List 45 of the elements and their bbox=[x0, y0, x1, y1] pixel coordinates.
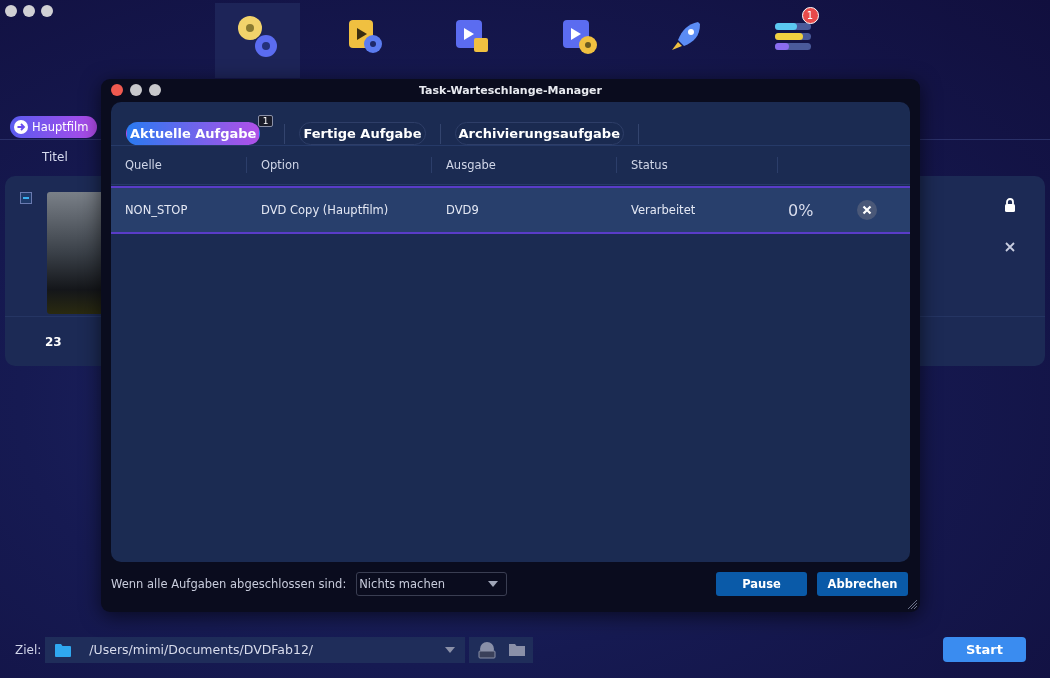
disc-image-icon[interactable] bbox=[477, 640, 498, 659]
window-close-button[interactable] bbox=[5, 5, 17, 17]
notification-badge: 1 bbox=[801, 6, 819, 24]
discs-icon bbox=[235, 13, 280, 58]
duration-text: 23 bbox=[45, 334, 62, 349]
tab[interactable]: Fertige Aufgabe bbox=[299, 122, 426, 145]
column-header: Quelle bbox=[111, 157, 247, 173]
tab[interactable]: Aktuelle Aufgabe bbox=[126, 122, 261, 145]
column-header: Titel bbox=[42, 150, 68, 164]
main-movie-button[interactable]: Hauptfilm bbox=[10, 116, 98, 138]
table-cell: Verarbeitet bbox=[631, 203, 696, 217]
folder-icon bbox=[55, 642, 72, 657]
dropdown-arrow-icon bbox=[445, 646, 456, 653]
footer-label: Wenn alle Aufgaben abgeschlossen sind: bbox=[111, 577, 347, 591]
dropdown-arrow-icon bbox=[488, 581, 499, 587]
progress-text: 0% bbox=[788, 200, 814, 220]
dialog-zoom-button[interactable] bbox=[149, 84, 161, 96]
window-minimize-button[interactable] bbox=[23, 5, 35, 17]
action-dropdown[interactable]: Nichts machen bbox=[356, 572, 508, 596]
column-header: Ausgabe bbox=[432, 157, 617, 173]
dialog-button[interactable]: Abbrechen bbox=[817, 572, 908, 596]
arrow-right-icon bbox=[14, 120, 28, 134]
task-row[interactable]: NON_STOP DVD Copy (Hauptfilm) DVD9 Verarbeitet 0% bbox=[111, 186, 910, 234]
table-cell: DVD9 bbox=[446, 203, 479, 217]
close-icon[interactable] bbox=[1005, 242, 1015, 252]
close-icon[interactable] bbox=[857, 200, 878, 220]
table-cell: DVD Copy (Hauptfilm) bbox=[261, 203, 389, 217]
tab[interactable]: Archivierungsaufgabe bbox=[454, 122, 624, 145]
destination-field[interactable]: /Users/mimi/Documents/DVDFab12/ bbox=[45, 636, 466, 663]
destination-label: Ziel: bbox=[15, 642, 42, 657]
column-header: Status bbox=[617, 157, 778, 173]
window-zoom-button[interactable] bbox=[41, 5, 53, 17]
resize-grip-icon[interactable] bbox=[908, 600, 917, 609]
checkbox[interactable] bbox=[20, 192, 32, 204]
table-cell: NON_STOP bbox=[125, 203, 188, 217]
dialog-minimize-button[interactable] bbox=[130, 84, 142, 96]
lock-icon[interactable] bbox=[1003, 198, 1017, 212]
toolbar-button[interactable] bbox=[215, 3, 300, 78]
dialog-close-button[interactable] bbox=[111, 84, 123, 96]
dialog-button[interactable]: Pause bbox=[716, 572, 807, 596]
column-header: Option bbox=[247, 157, 432, 173]
dialog-title: Task-Warteschlange-Manager bbox=[419, 83, 602, 97]
folder-icon[interactable] bbox=[509, 643, 526, 656]
toolbar-button[interactable]: 1 bbox=[750, 3, 835, 78]
count-badge: 1 bbox=[257, 115, 274, 127]
